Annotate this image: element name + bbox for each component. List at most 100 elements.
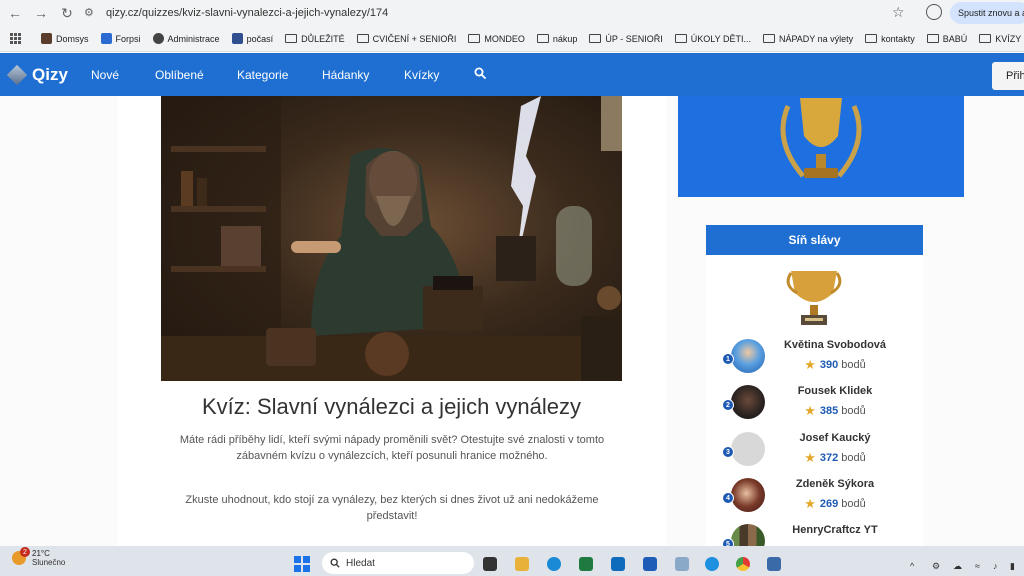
bookmark-folder-up-seniori[interactable]: ÚP - SENIOŘI <box>589 34 663 44</box>
bookmark-pocasi[interactable]: počasí <box>231 33 273 44</box>
site-navbar: Qizy <box>0 53 1024 96</box>
weather-temperature: 21°C <box>32 549 50 558</box>
weather-condition: Slunečno <box>32 558 66 567</box>
leaderboard-row-4[interactable]: 4 Zdeněk Sýkora ★ 269 bodů <box>722 478 922 518</box>
site-info-icon[interactable]: ⚙ <box>84 6 98 20</box>
bookmark-folder-nakup[interactable]: nákup <box>536 34 577 44</box>
star-icon: ★ <box>804 496 816 511</box>
windows-start-icon[interactable] <box>294 556 310 572</box>
nav-item-hadanky[interactable]: Hádanky <box>322 68 369 82</box>
profile-icon[interactable] <box>926 4 942 20</box>
domsys-icon <box>41 33 52 44</box>
bookmark-folder-dulezite[interactable]: DŮLEŽITÉ <box>285 34 345 44</box>
avatar-2 <box>731 385 765 419</box>
inventor-illustration <box>161 96 622 381</box>
search-icon <box>330 558 340 568</box>
star-icon: ★ <box>804 403 816 418</box>
folder-icon <box>356 34 369 43</box>
edge-icon[interactable] <box>547 557 561 571</box>
site-logo[interactable]: Qizy <box>6 64 80 85</box>
apps-grid-icon[interactable] <box>10 32 21 45</box>
bookmark-forpsi[interactable]: Forpsi <box>100 33 141 44</box>
bookmark-folder-napady[interactable]: NÁPADY na výlety <box>762 34 853 44</box>
folder-icon <box>285 34 298 43</box>
player-points: ★ 385 bodů <box>804 403 866 418</box>
folder-icon <box>865 34 878 43</box>
address-bar[interactable]: ⚙ qizy.cz/quizzes/kviz-slavni-vynalezci-… <box>84 2 884 24</box>
bookmark-domsys[interactable]: Domsys <box>41 33 89 44</box>
remote-app-icon[interactable] <box>767 557 781 571</box>
skype-icon[interactable] <box>705 557 719 571</box>
avatar-5 <box>731 524 765 546</box>
url-text: qizy.cz/quizzes/kviz-slavni-vynalezci-a-… <box>106 7 389 19</box>
hall-of-fame-header: Síň slávy <box>706 225 923 255</box>
tray-cloud-icon[interactable]: ☁ <box>953 561 962 572</box>
relaunch-button[interactable]: Spustit znovu a a <box>950 2 1024 24</box>
quiz-hero-image <box>161 96 622 381</box>
avatar-3 <box>731 432 765 466</box>
star-icon: ★ <box>804 450 816 465</box>
rank-badge: 1 <box>722 353 734 365</box>
player-name: Fousek Klidek <box>797 385 873 397</box>
bookmark-folder-kvizy[interactable]: KVÍZY <box>979 34 1021 44</box>
file-explorer-icon[interactable] <box>515 557 529 571</box>
outlook-icon[interactable] <box>611 557 625 571</box>
forward-icon[interactable]: → <box>30 2 52 24</box>
nav-item-kategorie[interactable]: Kategorie <box>237 68 288 82</box>
volume-icon[interactable]: ♪ <box>993 561 998 571</box>
excel-icon[interactable] <box>579 557 593 571</box>
nav-item-nove[interactable]: Nové <box>91 68 119 82</box>
star-icon: ★ <box>804 357 816 372</box>
leaderboard-row-3[interactable]: 3 Josef Kaucký ★ 372 bodů <box>722 432 922 472</box>
photos-icon[interactable] <box>675 557 689 571</box>
player-name: Josef Kaucký <box>799 432 871 444</box>
windows-taskbar <box>0 546 1024 576</box>
login-button[interactable]: Přih <box>992 62 1024 90</box>
nav-item-kvizky[interactable]: Kvízky <box>404 68 439 82</box>
player-points: ★ 390 bodů <box>804 357 866 372</box>
chrome-icon[interactable] <box>736 557 750 571</box>
folder-icon <box>674 34 687 43</box>
folder-icon <box>536 34 549 43</box>
avatar-4 <box>731 478 765 512</box>
folder-icon <box>926 34 939 43</box>
logo-cube-icon <box>6 64 28 85</box>
taskbar-search[interactable]: Hledat <box>322 552 474 574</box>
bookmark-folder-cviceni[interactable]: CVIČENÍ + SENIOŘI <box>356 34 456 44</box>
bookmark-folder-kontakty[interactable]: kontakty <box>865 34 915 44</box>
player-points: ★ 372 bodů <box>804 450 866 465</box>
wifi-icon[interactable]: ≈ <box>975 561 980 571</box>
back-icon[interactable]: ← <box>4 2 26 24</box>
folder-icon <box>589 34 602 43</box>
leaderboard-row-2[interactable]: 2 Fousek Klidek ★ 385 bodů <box>722 385 922 425</box>
reload-icon[interactable]: ↻ <box>56 2 78 24</box>
weather-widget[interactable]: 2 21°C Slunečno <box>12 547 66 567</box>
forpsi-icon <box>100 33 112 44</box>
leaderboard-row-5[interactable]: 5 HenryCraftcz YT <box>722 524 922 546</box>
sun-icon: 2 <box>12 547 30 565</box>
bookmark-folder-babu[interactable]: BABÚ <box>926 34 967 44</box>
search-icon[interactable] <box>474 67 486 79</box>
player-name: Zdeněk Sýkora <box>795 478 875 490</box>
rank-badge: 2 <box>722 399 734 411</box>
bookmark-folder-ukoly[interactable]: ÚKOLY DĚTI... <box>674 34 751 44</box>
tray-chevron-icon[interactable]: ^ <box>910 561 914 571</box>
nav-item-oblibene[interactable]: Oblíbené <box>155 68 204 82</box>
bookmark-folder-mondeo[interactable]: MONDEO <box>468 34 525 44</box>
avatar-1 <box>731 339 765 373</box>
rank-badge: 3 <box>722 446 734 458</box>
bookmark-star-icon[interactable]: ☆ <box>892 4 905 21</box>
laurel-trophy-icon <box>780 98 862 178</box>
rank-badge: 4 <box>722 492 734 504</box>
word-icon[interactable] <box>643 557 657 571</box>
player-name: HenryCraftcz YT <box>792 524 878 536</box>
leaderboard-row-1[interactable]: 1 Květina Svobodová ★ 390 bodů <box>722 339 922 379</box>
bookmark-administrace[interactable]: Administrace <box>152 33 220 44</box>
battery-icon[interactable]: ▮ <box>1010 561 1015 572</box>
rank-badge: 5 <box>722 538 734 546</box>
notification-badge: 2 <box>20 547 30 557</box>
task-view-icon[interactable] <box>483 557 497 571</box>
weather-site-icon <box>231 33 243 44</box>
tray-update-icon[interactable]: ⚙ <box>932 561 940 572</box>
trophy-banner[interactable] <box>678 96 964 197</box>
